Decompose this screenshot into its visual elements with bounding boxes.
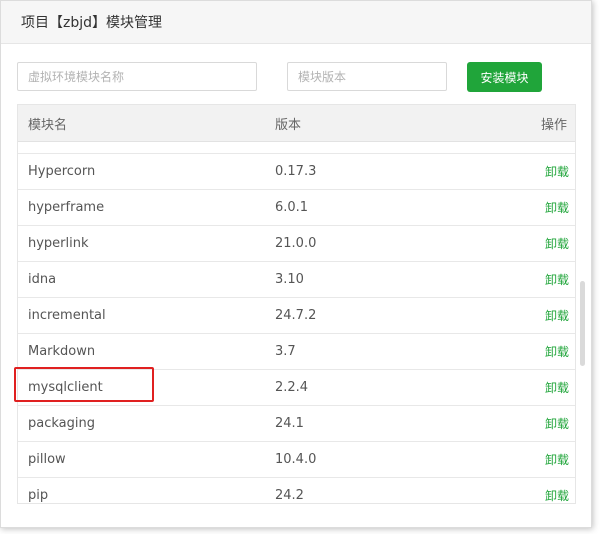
uninstall-link[interactable]: 卸载 — [545, 451, 569, 468]
module-name-input[interactable] — [17, 62, 257, 91]
module-name: hyperframe — [28, 200, 105, 215]
module-name: Markdown — [28, 344, 96, 359]
module-version: 0.17.3 — [275, 164, 317, 179]
table-row: Hypercorn 0.17.3 卸载 — [18, 154, 575, 190]
module-name: idna — [28, 272, 57, 287]
module-name: pillow — [28, 452, 66, 467]
dialog-title: 项目【zbjd】模块管理 — [21, 15, 163, 31]
table-row: hyperlink 21.0.0 卸载 — [18, 226, 575, 262]
table-row: packaging 24.1 卸载 — [18, 406, 575, 442]
module-version: 3.10 — [275, 272, 304, 287]
module-version: 6.0.1 — [275, 200, 309, 215]
table-row: mysqlclient 2.2.4 卸载 — [18, 370, 575, 406]
module-version: 21.0.0 — [275, 236, 317, 251]
table-row: idna 3.10 卸载 — [18, 262, 575, 298]
module-management-dialog: 项目【zbjd】模块管理 安装模块 模块名 版本 操作 Hypercorn 0.… — [0, 0, 592, 528]
table-row: Markdown 3.7 卸载 — [18, 334, 575, 370]
uninstall-link[interactable]: 卸载 — [545, 379, 569, 396]
module-version: 24.7.2 — [275, 308, 317, 323]
table-row: pillow 10.4.0 卸载 — [18, 442, 575, 478]
header-action: 操作 — [540, 117, 567, 133]
table-header: 模块名 版本 操作 — [18, 105, 575, 142]
module-name: hyperlink — [28, 236, 89, 251]
module-name: incremental — [28, 308, 106, 323]
uninstall-link[interactable]: 卸载 — [545, 487, 569, 503]
table-row-partial — [18, 142, 575, 154]
module-name: packaging — [28, 416, 95, 431]
module-version: 2.2.4 — [275, 380, 309, 395]
module-version: 24.2 — [275, 488, 304, 503]
header-module-name: 模块名 — [28, 117, 68, 133]
module-table: 模块名 版本 操作 Hypercorn 0.17.3 卸载 hyperframe… — [17, 104, 576, 504]
module-name: pip — [28, 488, 49, 503]
table-body[interactable]: Hypercorn 0.17.3 卸载 hyperframe 6.0.1 卸载 … — [18, 142, 575, 503]
header-version: 版本 — [275, 117, 302, 133]
install-module-button[interactable]: 安装模块 — [467, 62, 542, 92]
module-version: 3.7 — [275, 344, 296, 359]
uninstall-link[interactable]: 卸载 — [545, 199, 569, 216]
uninstall-link[interactable]: 卸载 — [545, 415, 569, 432]
toolbar: 安装模块 — [17, 62, 575, 92]
uninstall-link[interactable]: 卸载 — [545, 163, 569, 180]
uninstall-link[interactable]: 卸载 — [545, 271, 569, 288]
module-version: 10.4.0 — [275, 452, 317, 467]
module-version: 24.1 — [275, 416, 304, 431]
table-row: incremental 24.7.2 卸载 — [18, 298, 575, 334]
uninstall-link[interactable]: 卸载 — [545, 343, 569, 360]
uninstall-link[interactable]: 卸载 — [545, 307, 569, 324]
table-row: pip 24.2 卸载 — [18, 478, 575, 503]
table-scrollbar[interactable] — [580, 281, 585, 366]
module-name: mysqlclient — [28, 380, 103, 395]
module-version-input[interactable] — [287, 62, 447, 91]
table-row: hyperframe 6.0.1 卸载 — [18, 190, 575, 226]
dialog-titlebar: 项目【zbjd】模块管理 — [1, 1, 591, 44]
module-name: Hypercorn — [28, 164, 96, 179]
uninstall-link[interactable]: 卸载 — [545, 235, 569, 252]
